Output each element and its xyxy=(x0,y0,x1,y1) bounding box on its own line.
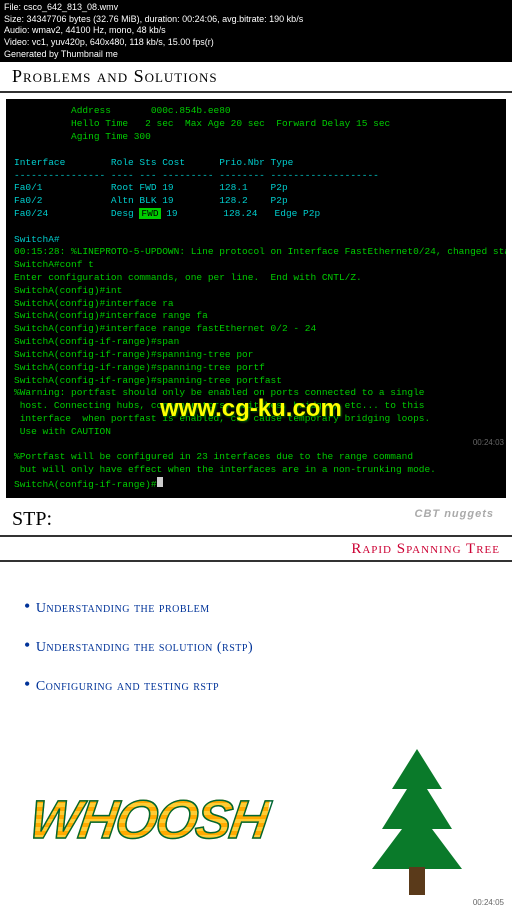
cursor-icon xyxy=(157,477,163,487)
term-row: Fa0/2 Altn BLK 19 128.2 P2p xyxy=(14,195,288,206)
term-line: but will only have effect when the inter… xyxy=(14,464,436,475)
term-line: SwitchA(config)#interface range fastEthe… xyxy=(14,323,316,334)
slide-problems-solutions: Problems and Solutions CBT nuggets Addre… xyxy=(0,62,512,497)
meta-audio: Audio: wmav2, 44100 Hz, mono, 48 kb/s xyxy=(4,25,508,37)
slide-stp: CBT nuggets STP: Rapid Spanning Tree Und… xyxy=(0,504,512,909)
whoosh-graphic: WHOOSH 00:24:05 xyxy=(0,739,512,909)
term-prompt: SwitchA# xyxy=(14,234,60,245)
tree-icon xyxy=(362,749,472,899)
file-metadata: File: csco_642_813_08.wmv Size: 34347706… xyxy=(0,0,512,62)
timestamp-1: 00:24:03 xyxy=(473,438,504,447)
term-line: Hello Time 2 sec Max Age 20 sec Forward … xyxy=(14,118,390,129)
meta-size: Size: 34347706 bytes (32.76 MiB), durati… xyxy=(4,14,508,26)
bullet-item: Understanding the solution (rstp) xyxy=(24,635,488,656)
meta-file: File: csco_642_813_08.wmv xyxy=(4,2,508,14)
bullet-item: Understanding the problem xyxy=(24,596,488,617)
term-line: SwitchA(config-if-range)#spanning-tree p… xyxy=(14,362,265,373)
bullet-item: Configuring and testing rstp xyxy=(24,674,488,695)
watermark-text: www.cg-ku.com xyxy=(160,395,342,423)
term-line: SwitchA#conf t xyxy=(14,259,94,270)
meta-generated: Generated by Thumbnail me xyxy=(4,49,508,61)
rapid-spanning-tree-title: Rapid Spanning Tree xyxy=(0,537,512,562)
term-separator: ---------------- ---- --- --------- ----… xyxy=(14,170,379,181)
meta-video: Video: vc1, yuv420p, 640x480, 118 kb/s, … xyxy=(4,37,508,49)
slide2-accent: CBT nuggets xyxy=(415,508,494,520)
term-line: %Portfast will be configured in 23 inter… xyxy=(14,451,413,462)
term-row: Fa0/1 Root FWD 19 128.1 P2p xyxy=(14,182,288,193)
term-highlight: FWD xyxy=(139,208,160,219)
term-line: SwitchA(config-if-range)# xyxy=(14,479,163,490)
whoosh-text: WHOOSH xyxy=(26,789,272,851)
timestamp-2: 00:24:05 xyxy=(473,898,504,907)
term-line: Enter configuration commands, one per li… xyxy=(14,272,362,283)
bullet-list: Understanding the problem Understanding … xyxy=(0,562,512,729)
term-line: Address 000c.854b.ee80 xyxy=(14,105,231,116)
term-line: SwitchA(config)#interface ra xyxy=(14,298,174,309)
term-line: SwitchA(config)#interface range fa xyxy=(14,310,208,321)
term-headers: Interface Role Sts Cost Prio.Nbr Type xyxy=(14,157,293,168)
term-line: SwitchA(config-if-range)#spanning-tree p… xyxy=(14,375,282,386)
term-line: 00:15:28: %LINEPROTO-5-UPDOWN: Line prot… xyxy=(14,246,506,257)
term-row: Fa0/24 Desg FWD 19 128.24 Edge P2p xyxy=(14,208,320,219)
terminal-output: Address 000c.854b.ee80 Hello Time 2 sec … xyxy=(6,99,506,497)
term-line: Aging Time 300 xyxy=(14,131,151,142)
term-line: SwitchA(config-if-range)#spanning-tree p… xyxy=(14,349,253,360)
term-line: SwitchA(config)#int xyxy=(14,285,122,296)
term-line: Use with CAUTION xyxy=(14,426,111,437)
term-line: SwitchA(config-if-range)#span xyxy=(14,336,179,347)
slide1-title: Problems and Solutions xyxy=(0,62,512,93)
